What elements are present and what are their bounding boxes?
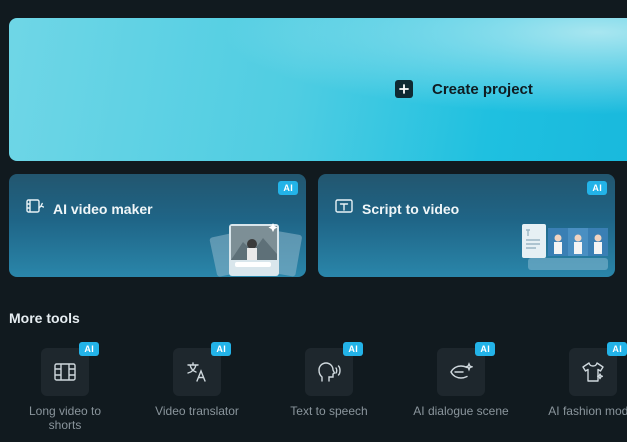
- tshirt-sparkle-icon: AI: [569, 342, 627, 396]
- ai-badge: AI: [607, 342, 627, 356]
- speaking-head-icon: AI: [305, 342, 363, 396]
- ai-video-maker-illustration: [209, 223, 302, 277]
- tool-text-to-speech[interactable]: AI Text to speech: [269, 342, 389, 418]
- ai-badge: AI: [475, 342, 495, 356]
- create-project-content: Create project: [395, 80, 533, 98]
- ai-badge: AI: [587, 181, 607, 195]
- script-to-video-card[interactable]: Script to video AI: [318, 174, 615, 277]
- ai-badge: AI: [79, 342, 99, 356]
- tool-label: Video translator: [155, 404, 239, 418]
- tool-ai-fashion-model[interactable]: AI AI fashion model: [533, 342, 627, 418]
- dialogue-sparkle-icon: AI: [437, 342, 495, 396]
- ai-badge: AI: [211, 342, 231, 356]
- script-to-video-title: Script to video: [335, 198, 459, 219]
- create-project-label: Create project: [432, 80, 533, 98]
- script-to-video-illustration: [522, 224, 608, 270]
- script-to-video-label: Script to video: [362, 200, 460, 217]
- ai-video-maker-icon: [26, 198, 45, 219]
- translate-icon: AI: [173, 342, 231, 396]
- ai-badge: AI: [278, 181, 298, 195]
- script-to-video-icon: [335, 198, 353, 219]
- more-tools-heading: More tools: [9, 310, 80, 326]
- plus-icon: [395, 80, 413, 98]
- film-split-icon: AI: [41, 342, 99, 396]
- tool-video-translator[interactable]: AI Video translator: [137, 342, 257, 418]
- tool-ai-dialogue-scene[interactable]: AI AI dialogue scene: [401, 342, 521, 418]
- tool-label: Text to speech: [290, 404, 368, 418]
- tool-long-video-to-shorts[interactable]: AI Long video to shorts: [5, 342, 125, 432]
- tool-label: AI fashion model: [548, 404, 627, 418]
- ai-badge: AI: [343, 342, 363, 356]
- ai-video-maker-title: AI video maker: [26, 198, 153, 219]
- ai-video-maker-label: AI video maker: [53, 200, 153, 217]
- tool-label: Long video to shorts: [28, 404, 102, 432]
- tool-label: AI dialogue scene: [413, 404, 509, 418]
- ai-video-maker-card[interactable]: AI video maker AI: [9, 174, 306, 277]
- create-project-button[interactable]: Create project: [9, 18, 627, 161]
